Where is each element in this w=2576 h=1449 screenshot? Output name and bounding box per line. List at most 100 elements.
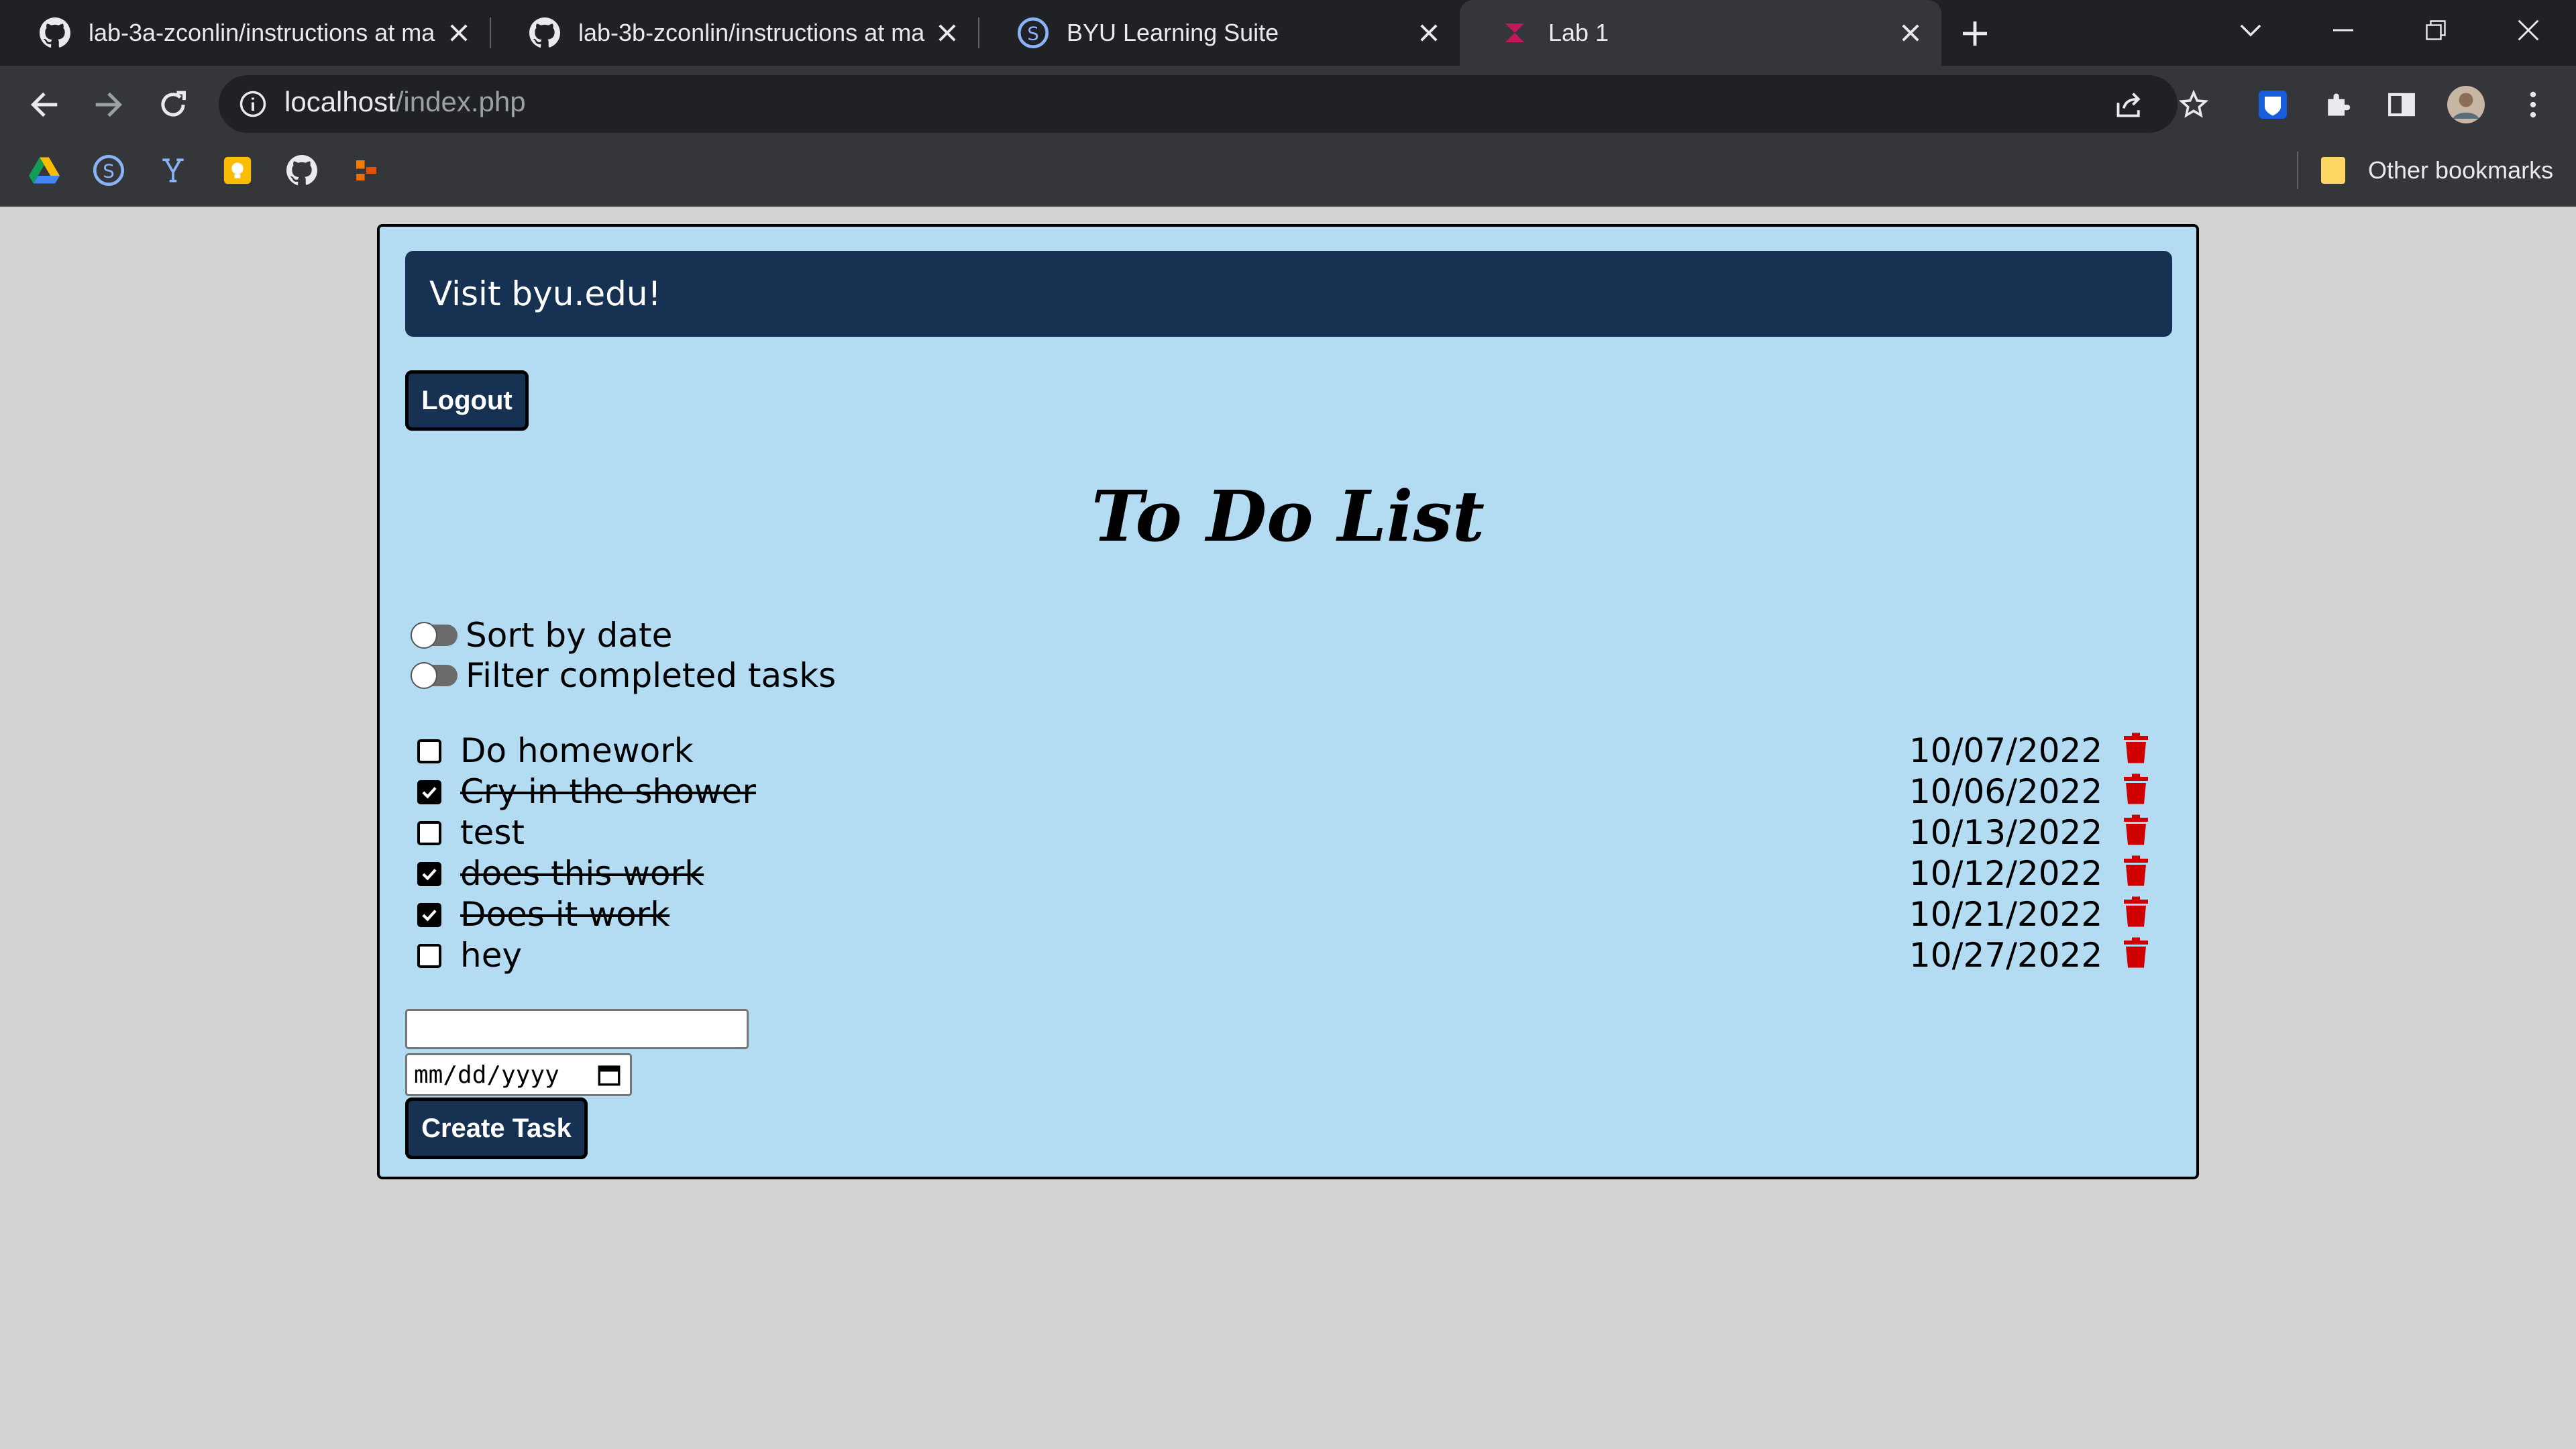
- task-row: Cry in the shower 10/06/2022: [417, 772, 2161, 818]
- sort-by-date-label: Sort by date: [466, 616, 673, 655]
- y-icon[interactable]: [154, 152, 192, 189]
- browser-tab[interactable]: S BYU Learning Suite: [978, 0, 1460, 66]
- logout-button[interactable]: Logout: [405, 370, 529, 431]
- filter-completed-toggle[interactable]: Filter completed tasks: [411, 656, 836, 695]
- tab-title: Lab 1: [1548, 19, 1609, 46]
- info-icon[interactable]: [236, 87, 270, 121]
- star-icon[interactable]: [2175, 86, 2212, 123]
- task-name: hey: [460, 936, 523, 975]
- tab-title: BYU Learning Suite: [1067, 19, 1279, 46]
- chevron-down-icon: [2240, 24, 2261, 37]
- checkmark-icon: [422, 869, 437, 881]
- trash-icon[interactable]: [2124, 814, 2148, 845]
- svg-text:S: S: [103, 160, 115, 182]
- browser-tab[interactable]: lab-3b-zconlin/instructions at ma: [490, 0, 978, 66]
- trash-icon[interactable]: [2124, 937, 2148, 968]
- task-date: 10/21/2022: [1909, 895, 2103, 934]
- task-date: 10/13/2022: [1909, 813, 2103, 852]
- minimize-icon: [2333, 29, 2353, 32]
- avatar[interactable]: [2447, 86, 2485, 123]
- task-checkbox-checked[interactable]: [417, 862, 441, 886]
- trash-icon[interactable]: [2124, 896, 2148, 927]
- toggle-switch[interactable]: [411, 622, 458, 649]
- close-icon: [2518, 19, 2539, 41]
- task-row: Do homework 10/07/2022: [417, 731, 2161, 777]
- task-name: Do homework: [460, 731, 694, 770]
- tab-title: lab-3a-zconlin/instructions at ma: [89, 19, 435, 46]
- task-date: 10/27/2022: [1909, 936, 2103, 975]
- task-checkbox-checked[interactable]: [417, 903, 441, 927]
- minimize-button[interactable]: [2297, 0, 2390, 60]
- close-icon[interactable]: [1413, 17, 1445, 49]
- tab-search-button[interactable]: [2204, 0, 2297, 60]
- create-task-button[interactable]: Create Task: [405, 1097, 588, 1159]
- plus-icon: [1963, 21, 1987, 46]
- restore-button[interactable]: [2390, 0, 2482, 60]
- task-checkbox[interactable]: [417, 821, 441, 845]
- keep-icon[interactable]: [219, 152, 256, 189]
- browser-tab[interactable]: lab-3a-zconlin/instructions at ma: [0, 0, 490, 66]
- sort-by-date-toggle[interactable]: Sort by date: [411, 616, 672, 655]
- date-placeholder: mm/dd/yyyy: [414, 1061, 559, 1089]
- back-button[interactable]: [25, 86, 63, 123]
- reload-button[interactable]: [154, 86, 192, 123]
- github-icon[interactable]: [283, 152, 321, 189]
- browser-tab-active[interactable]: Lab 1: [1460, 0, 1941, 66]
- trash-icon[interactable]: [2124, 855, 2148, 886]
- url-host: localhost: [284, 86, 396, 117]
- reload-icon: [161, 91, 186, 117]
- banner-text: Visit byu.edu!: [429, 274, 661, 313]
- trash-icon[interactable]: [2124, 773, 2148, 804]
- menu-kebab-icon[interactable]: [2514, 86, 2552, 123]
- url-path: /index.php: [395, 86, 526, 117]
- new-task-date-input[interactable]: mm/dd/yyyy: [405, 1053, 632, 1096]
- new-tab-button[interactable]: [1956, 15, 1994, 52]
- arrow-left-icon: [30, 92, 58, 117]
- task-name: test: [460, 813, 525, 852]
- lab-icon: [1499, 17, 1531, 49]
- checkmark-icon: [422, 910, 437, 922]
- url-text[interactable]: localhost/index.php: [284, 86, 526, 118]
- app-icon[interactable]: [347, 152, 385, 189]
- svg-text:S: S: [1027, 22, 1039, 44]
- task-name: does this work: [460, 854, 704, 893]
- github-icon: [529, 17, 561, 49]
- checkmark-icon: [422, 787, 437, 799]
- arrow-right-icon: [95, 92, 123, 117]
- close-icon[interactable]: [931, 17, 963, 49]
- bookmarks-separator: [2297, 152, 2298, 189]
- folder-icon: [2321, 157, 2345, 184]
- bookmarks-bar: [0, 140, 2576, 207]
- task-row: Does it work 10/21/2022: [417, 895, 2161, 941]
- other-bookmarks-button[interactable]: Other bookmarks: [2321, 152, 2553, 189]
- task-date: 10/06/2022: [1909, 772, 2103, 811]
- task-row: hey 10/27/2022: [417, 936, 2161, 981]
- task-name: Does it work: [460, 895, 670, 934]
- page-title: To Do List: [1091, 475, 1485, 557]
- side-panel-icon[interactable]: [2383, 86, 2420, 123]
- forward-button[interactable]: [90, 86, 127, 123]
- restore-icon: [2426, 20, 2446, 40]
- close-icon[interactable]: [443, 17, 475, 49]
- learning-suite-icon: S: [1017, 17, 1049, 49]
- task-date: 10/12/2022: [1909, 854, 2103, 893]
- window-close-button[interactable]: [2482, 0, 2575, 60]
- learning-suite-icon[interactable]: S: [90, 152, 127, 189]
- drive-icon[interactable]: [25, 152, 63, 189]
- calendar-icon[interactable]: [598, 1063, 621, 1086]
- new-task-text-input[interactable]: [405, 1009, 749, 1049]
- task-checkbox[interactable]: [417, 944, 441, 968]
- task-checkbox-checked[interactable]: [417, 780, 441, 804]
- trash-icon[interactable]: [2124, 733, 2148, 763]
- task-row: test 10/13/2022: [417, 813, 2161, 859]
- byu-banner[interactable]: Visit byu.edu!: [405, 251, 2172, 337]
- extension-bitwarden-icon[interactable]: [2254, 86, 2292, 123]
- task-name: Cry in the shower: [460, 772, 756, 811]
- puzzle-icon[interactable]: [2318, 86, 2356, 123]
- toggle-switch[interactable]: [411, 662, 458, 689]
- task-row: does this work 10/12/2022: [417, 854, 2161, 900]
- task-checkbox[interactable]: [417, 739, 441, 763]
- close-icon[interactable]: [1894, 17, 1927, 49]
- share-icon[interactable]: [2110, 86, 2148, 123]
- filter-completed-label: Filter completed tasks: [466, 656, 837, 695]
